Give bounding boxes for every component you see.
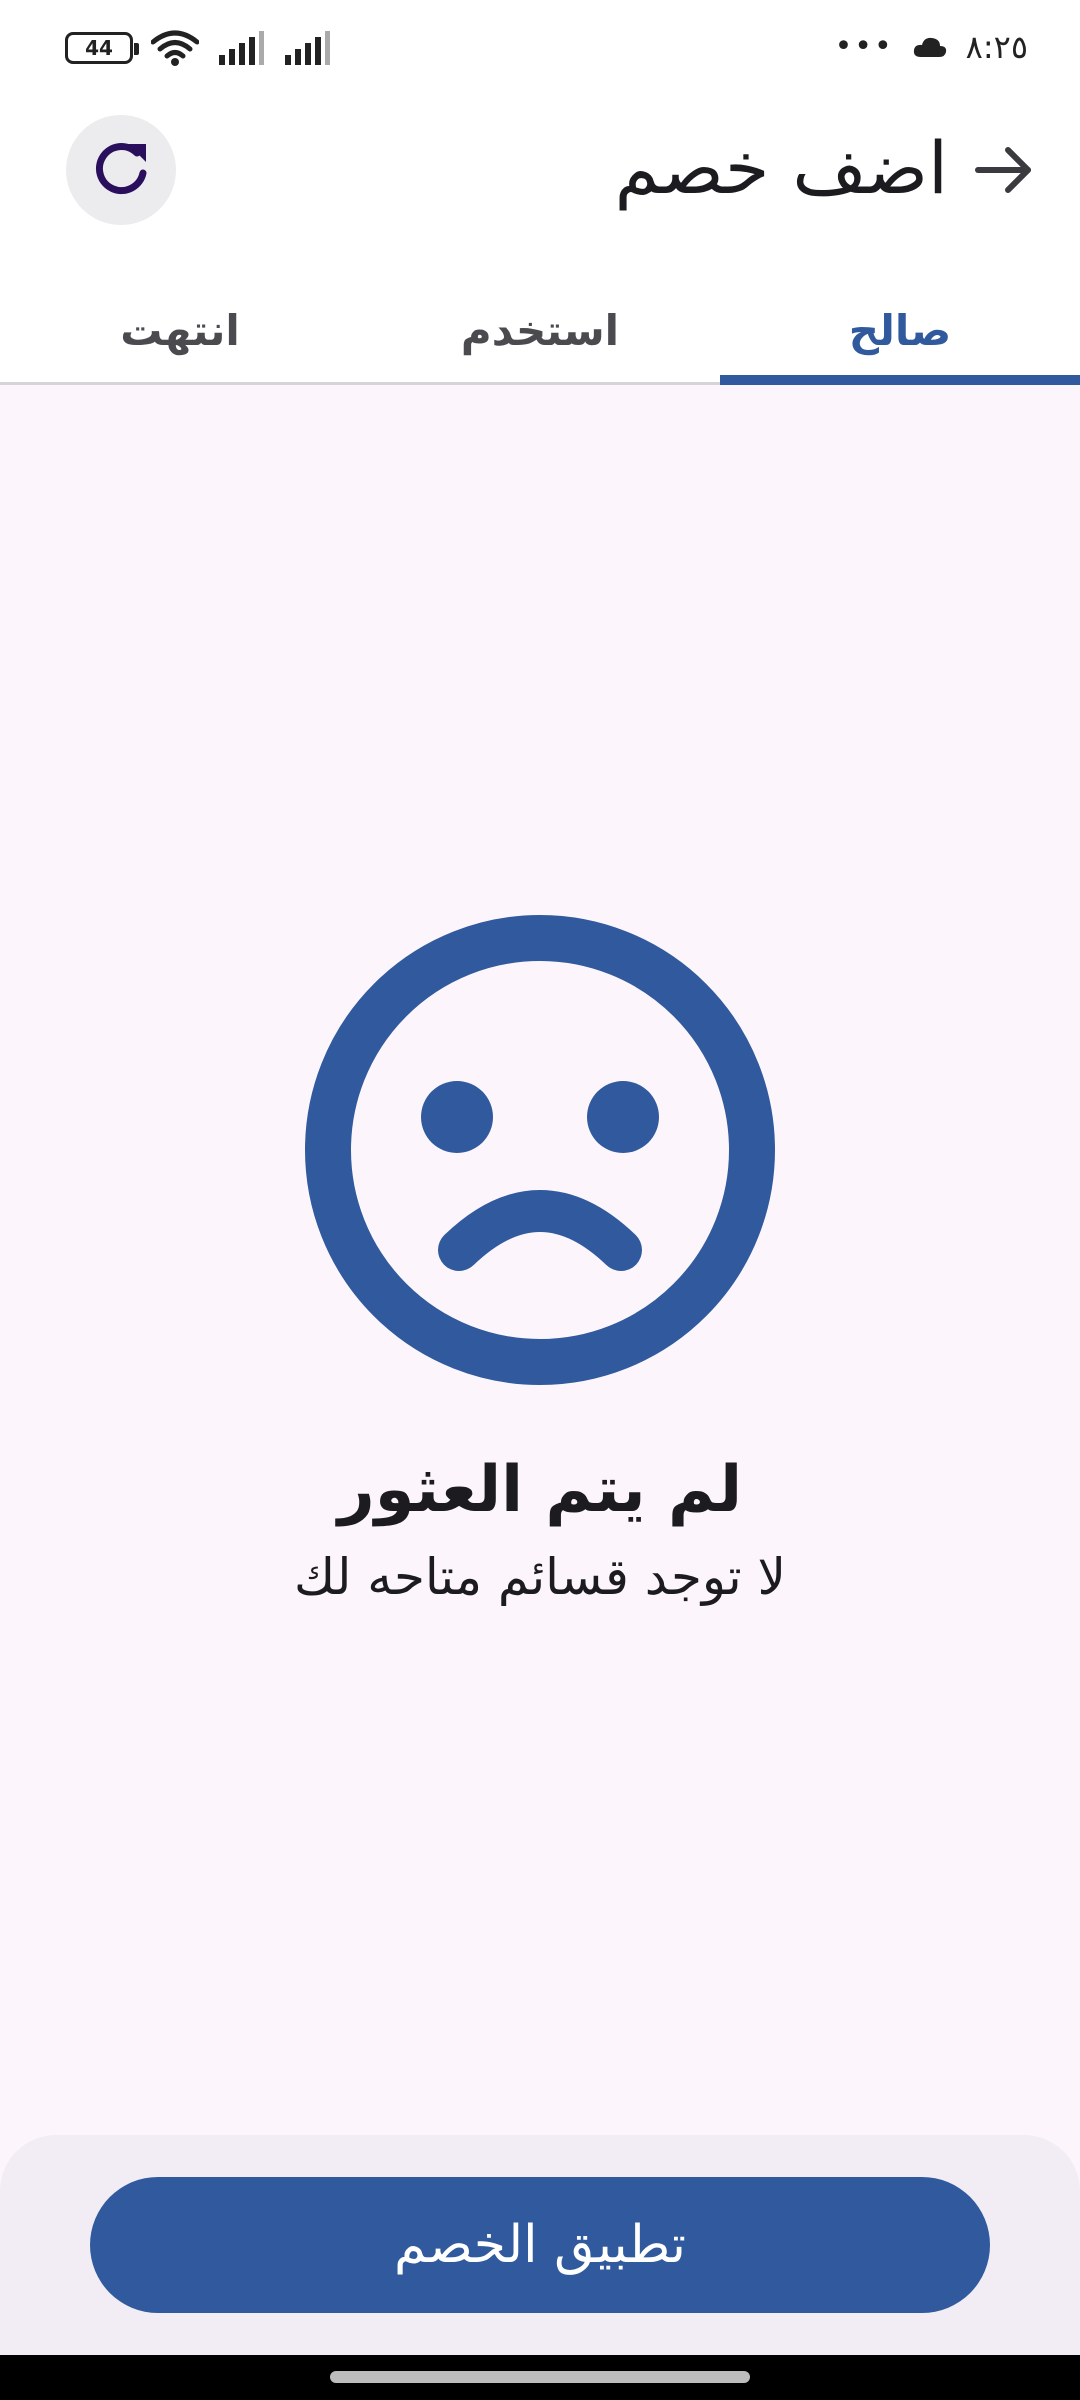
empty-subtitle: لا توجد قسائم متاحه لك xyxy=(293,1548,787,1606)
tab-bar: صالح استخدم انتهت xyxy=(0,275,1080,385)
wifi-icon xyxy=(151,30,199,66)
cloud-icon xyxy=(913,37,946,57)
signal-icon xyxy=(219,31,264,65)
battery-icon: 44 xyxy=(65,32,139,64)
status-bar-left: 44 xyxy=(65,30,331,66)
status-bar: 44 ••• ٨:٢٥ xyxy=(0,0,1080,100)
tab-used[interactable]: استخدم xyxy=(360,275,720,385)
page-title: اضف خصم xyxy=(614,126,948,210)
screen: 44 ••• ٨:٢٥ اضف خصم صالح استخدم انتهت لم… xyxy=(0,0,1080,2400)
navigation-bar xyxy=(0,2355,1080,2400)
tab-indicator xyxy=(720,375,1080,385)
empty-title: لم يتم العثور xyxy=(337,1453,743,1527)
battery-level: 44 xyxy=(85,36,113,60)
status-time: ٨:٢٥ xyxy=(965,28,1028,66)
status-bar-right: ••• ٨:٢٥ xyxy=(835,28,1028,66)
tab-valid[interactable]: صالح xyxy=(720,275,1080,385)
more-indicator: ••• xyxy=(834,29,894,64)
app-header: اضف خصم xyxy=(0,100,1080,275)
sad-face-icon xyxy=(305,915,775,1385)
back-button[interactable] xyxy=(964,130,1044,210)
home-handle[interactable] xyxy=(330,2371,750,2383)
arrow-right-icon xyxy=(975,147,1031,193)
apply-discount-button[interactable]: تطبيق الخصم xyxy=(90,2177,990,2313)
empty-state: لم يتم العثور لا توجد قسائم متاحه لك xyxy=(0,910,1080,1612)
refresh-button[interactable] xyxy=(66,115,176,225)
refresh-icon xyxy=(95,143,147,195)
signal-icon xyxy=(285,31,330,65)
bottom-action-bar: تطبيق الخصم xyxy=(0,2135,1080,2355)
tab-expired[interactable]: انتهت xyxy=(0,275,360,385)
